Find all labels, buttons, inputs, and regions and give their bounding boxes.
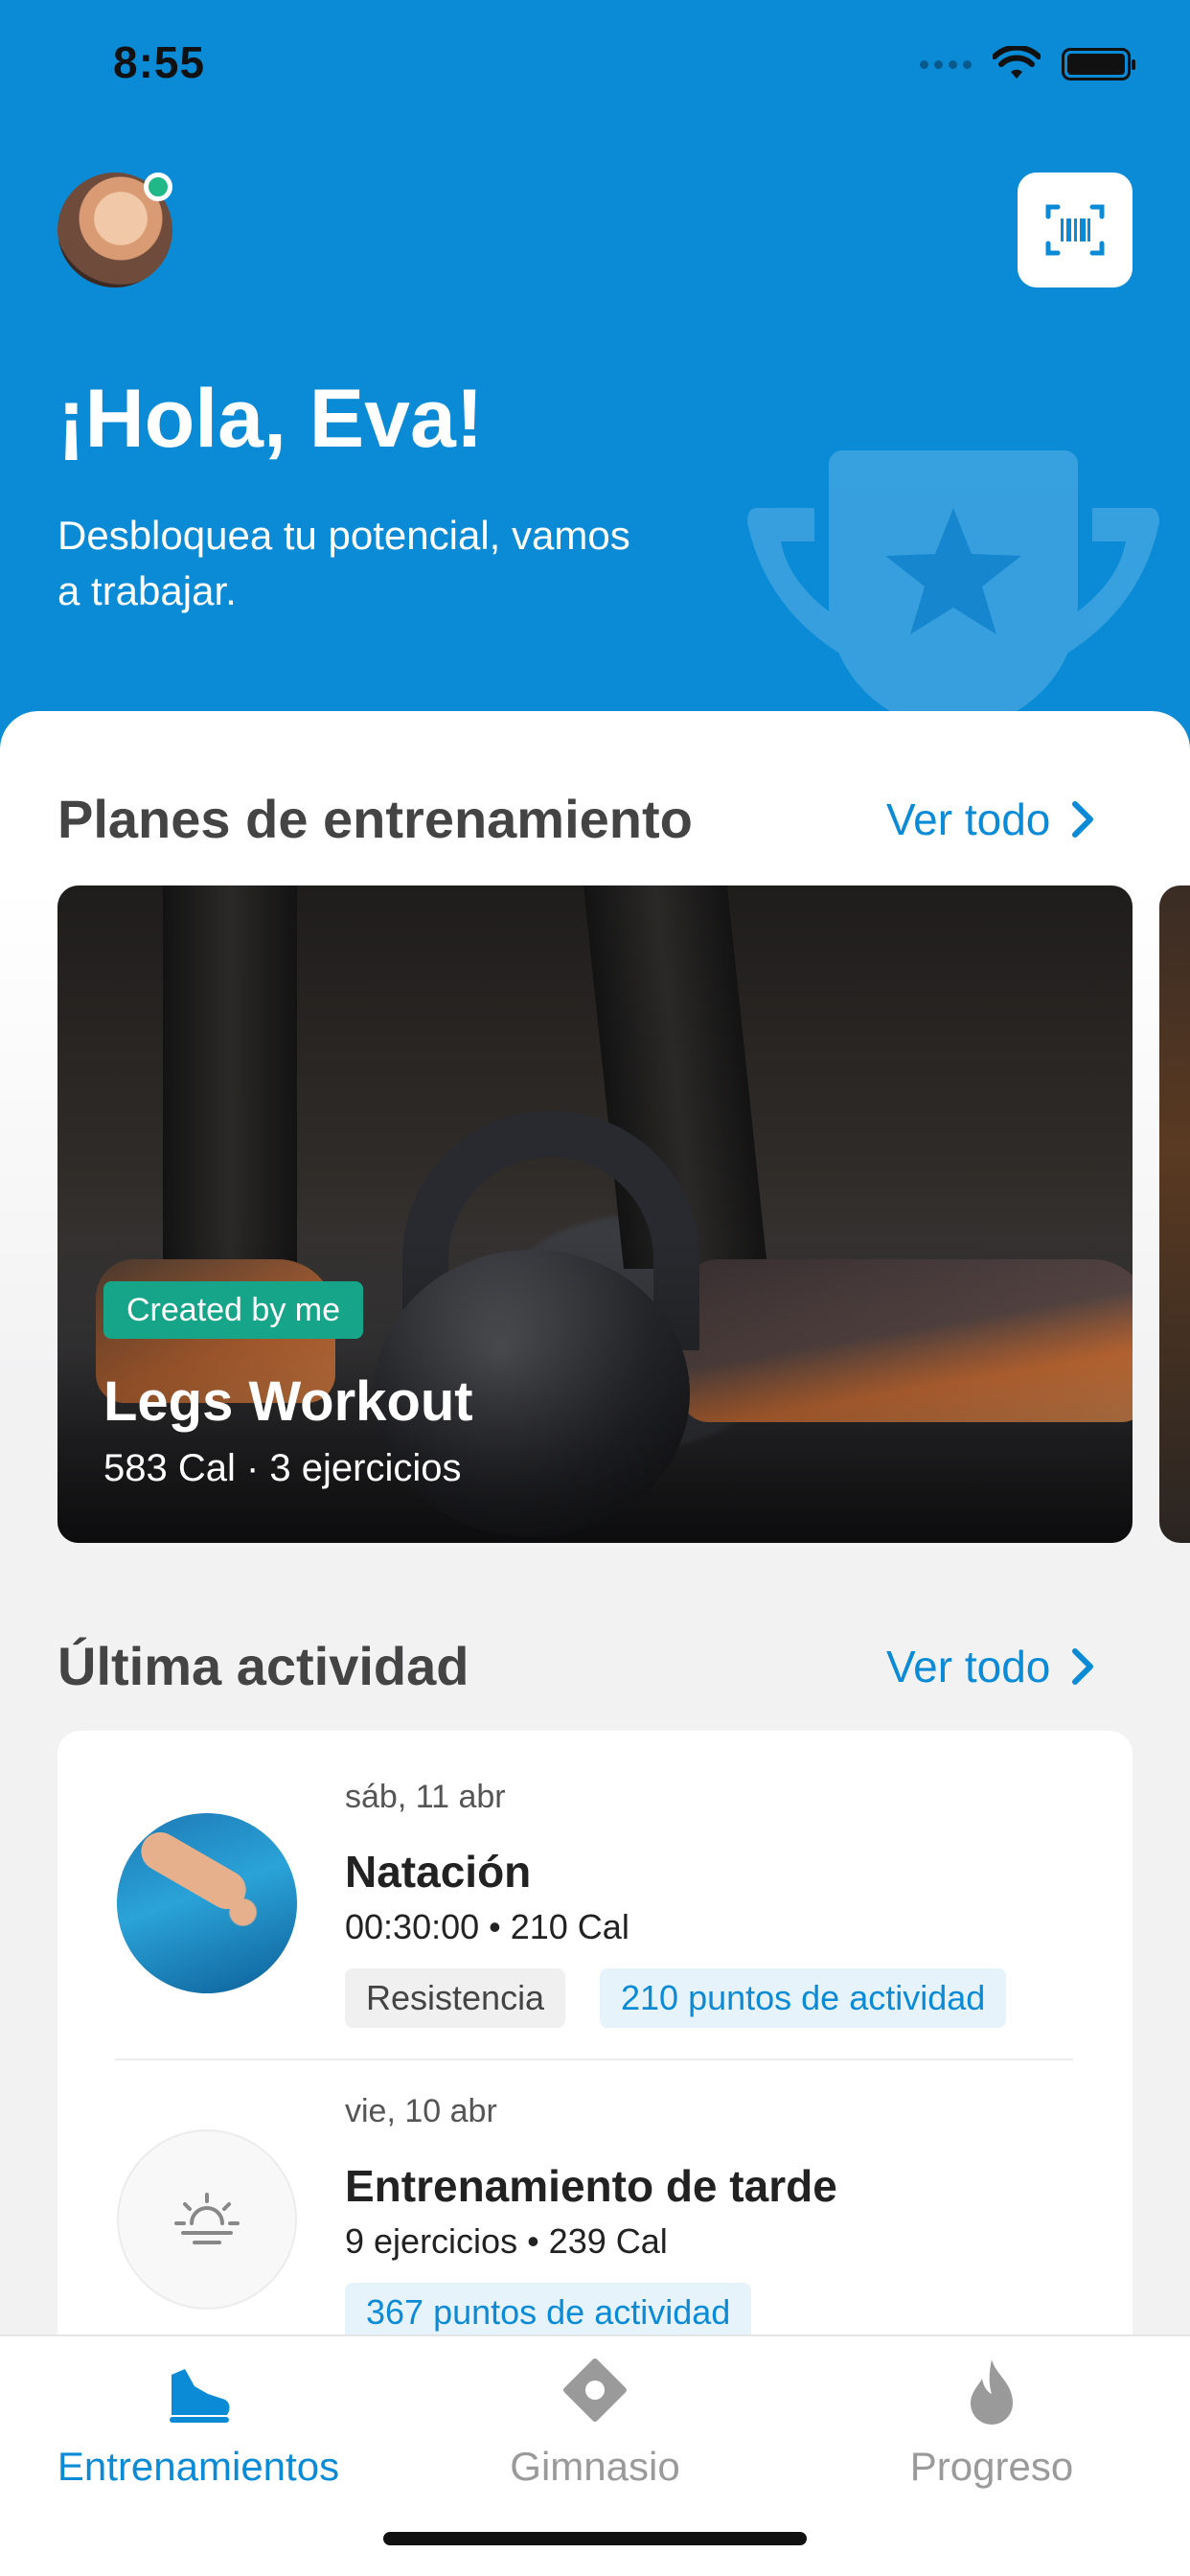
activity-list-card: sáb, 11 abr Natación 00:30:00 • 210 Cal … <box>57 1731 1133 2402</box>
header-hero: 8:55 ¡Hola, Eva! Desbloquea tu potencial… <box>0 0 1190 767</box>
scan-barcode-button[interactable] <box>1018 172 1133 288</box>
activity-points-tag: 210 puntos de actividad <box>600 1968 1007 2028</box>
chevron-right-icon <box>1072 801 1094 838</box>
activity-see-all-link[interactable]: Ver todo <box>886 1641 1100 1692</box>
activity-date: sáb, 11 abr <box>345 1779 506 1815</box>
sunset-icon <box>174 2193 240 2244</box>
location-pin-icon <box>563 2358 627 2422</box>
online-status-dot <box>144 172 172 201</box>
tab-label: Entrenamientos <box>57 2444 340 2489</box>
home-indicator <box>383 2532 807 2545</box>
signal-icon <box>920 59 972 69</box>
activity-section-title: Última actividad <box>57 1636 469 1696</box>
plans-see-all-link[interactable]: Ver todo <box>886 794 1100 845</box>
status-time: 8:55 <box>113 37 206 87</box>
activity-title: Entrenamiento de tarde <box>345 2161 837 2211</box>
swimming-thumbnail <box>117 1813 297 1993</box>
workout-plan-card[interactable]: Created by me Legs Workout 583 Cal · 3 e… <box>57 886 1133 1543</box>
wifi-icon <box>993 46 1041 79</box>
activity-tag: Resistencia <box>345 1968 566 2028</box>
tab-label: Gimnasio <box>510 2444 680 2489</box>
next-plan-card-peek[interactable] <box>1159 886 1190 1543</box>
activity-points-tag: 367 puntos de actividad <box>345 2283 752 2342</box>
activity-meta: 9 ejercicios • 239 Cal <box>345 2221 668 2261</box>
activity-date: vie, 10 abr <box>345 2093 497 2129</box>
tab-progreso[interactable]: Progreso <box>793 2336 1190 2518</box>
plans-section-title: Planes de entrenamiento <box>57 789 693 849</box>
afternoon-thumbnail <box>117 2129 297 2310</box>
created-by-me-badge: Created by me <box>103 1281 363 1339</box>
plan-name: Legs Workout <box>103 1370 473 1433</box>
activity-meta: 00:30:00 • 210 Cal <box>345 1907 629 1946</box>
status-icons <box>920 46 1135 82</box>
sneaker-icon <box>170 2369 230 2423</box>
activity-title: Natación <box>345 1847 532 1897</box>
tab-gimnasio[interactable]: Gimnasio <box>397 2336 793 2518</box>
activity-item-swimming[interactable]: sáb, 11 abr Natación 00:30:00 • 210 Cal … <box>57 1731 1133 2058</box>
chevron-right-icon <box>1072 1648 1094 1685</box>
tab-entrenamientos[interactable]: Entrenamientos <box>0 2336 397 2518</box>
activity-see-all-label: Ver todo <box>886 1642 1051 1691</box>
plan-meta: 583 Cal · 3 ejercicios <box>103 1447 462 1489</box>
greeting-subtitle: Desbloquea tu potencial, vamos a trabaja… <box>57 513 630 613</box>
plans-see-all-label: Ver todo <box>886 794 1051 844</box>
tab-label: Progreso <box>909 2444 1074 2489</box>
battery-icon <box>1062 48 1135 80</box>
flame-icon <box>971 2359 1013 2425</box>
barcode-scan-icon <box>1045 204 1105 256</box>
greeting-title: ¡Hola, Eva! <box>57 373 484 465</box>
